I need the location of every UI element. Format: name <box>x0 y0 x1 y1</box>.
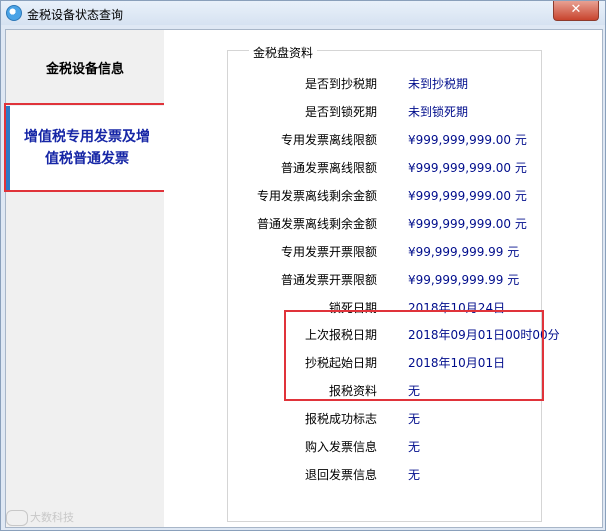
close-button[interactable]: ✕ <box>553 1 599 21</box>
row-label: 普通发票离线剩余金额 <box>256 217 377 231</box>
row-label: 退回发票信息 <box>304 468 377 482</box>
row-value: ¥999,999,999.00 元 <box>408 217 527 231</box>
info-row: 专用发票离线限额 ¥999,999,999.00 元 <box>164 131 602 151</box>
watermark-text: 大数科技 <box>30 511 74 524</box>
row-value: ¥999,999,999.00 元 <box>408 189 527 203</box>
row-label: 是否到锁死期 <box>304 105 377 119</box>
row-value: 无 <box>408 440 421 454</box>
info-panel: 金税盘资料 是否到抄税期 未到抄税期 是否到锁死期 未到锁死期 专用发票离线限额… <box>164 30 602 527</box>
sidebar-item-device-info[interactable]: 金税设备信息 <box>6 58 164 77</box>
info-row: 普通发票离线剩余金额 ¥999,999,999.00 元 <box>164 215 602 235</box>
info-row: 普通发票开票限额 ¥99,999,999.99 元 <box>164 271 602 291</box>
row-value: ¥999,999,999.00 元 <box>408 133 527 147</box>
watermark-logo-icon <box>6 510 28 526</box>
info-row: 购入发票信息 无 <box>164 438 602 458</box>
row-label: 普通发票离线限额 <box>280 161 377 175</box>
row-value: 未到抄税期 <box>408 77 469 91</box>
row-value: ¥99,999,999.99 元 <box>408 273 520 287</box>
row-label: 专用发票离线剩余金额 <box>256 189 377 203</box>
sidebar: 金税设备信息 增值税专用发票及增 值税普通发票 <box>4 30 166 527</box>
info-row: 专用发票开票限额 ¥99,999,999.99 元 <box>164 243 602 263</box>
row-label: 专用发票离线限额 <box>280 133 377 147</box>
window-title: 金税设备状态查询 <box>27 8 124 22</box>
info-row: 是否到锁死期 未到锁死期 <box>164 103 602 123</box>
row-value: 无 <box>408 468 421 482</box>
row-label: 是否到抄税期 <box>304 77 377 91</box>
highlight-annotation-box <box>284 310 544 401</box>
row-value: 未到锁死期 <box>408 105 469 119</box>
info-row: 专用发票离线剩余金额 ¥999,999,999.00 元 <box>164 187 602 207</box>
info-row: 是否到抄税期 未到抄税期 <box>164 75 602 95</box>
row-value: ¥999,999,999.00 元 <box>408 161 527 175</box>
info-row: 报税成功标志 无 <box>164 410 602 430</box>
row-value: 无 <box>408 412 421 426</box>
row-label: 购入发票信息 <box>304 440 377 454</box>
watermark: 大数科技 <box>6 508 92 528</box>
info-row: 退回发票信息 无 <box>164 466 602 486</box>
row-label: 普通发票开票限额 <box>280 273 377 287</box>
row-label: 专用发票开票限额 <box>280 245 377 259</box>
close-icon: ✕ <box>570 2 582 17</box>
app-window: 金税设备状态查询 ✕ 金税设备信息 增值税专用发票及增 值税普通发票 金税盘资料… <box>0 0 606 531</box>
highlight-annotation-box <box>4 103 166 192</box>
title-bar[interactable]: 金税设备状态查询 ✕ <box>1 1 605 25</box>
row-value: ¥99,999,999.99 元 <box>408 245 520 259</box>
app-globe-icon <box>6 5 22 21</box>
group-title: 金税盘资料 <box>249 44 318 61</box>
row-label: 报税成功标志 <box>304 412 377 426</box>
info-row: 普通发票离线限额 ¥999,999,999.00 元 <box>164 159 602 179</box>
content-area: 金税设备信息 增值税专用发票及增 值税普通发票 金税盘资料 是否到抄税期 未到抄… <box>4 29 603 528</box>
